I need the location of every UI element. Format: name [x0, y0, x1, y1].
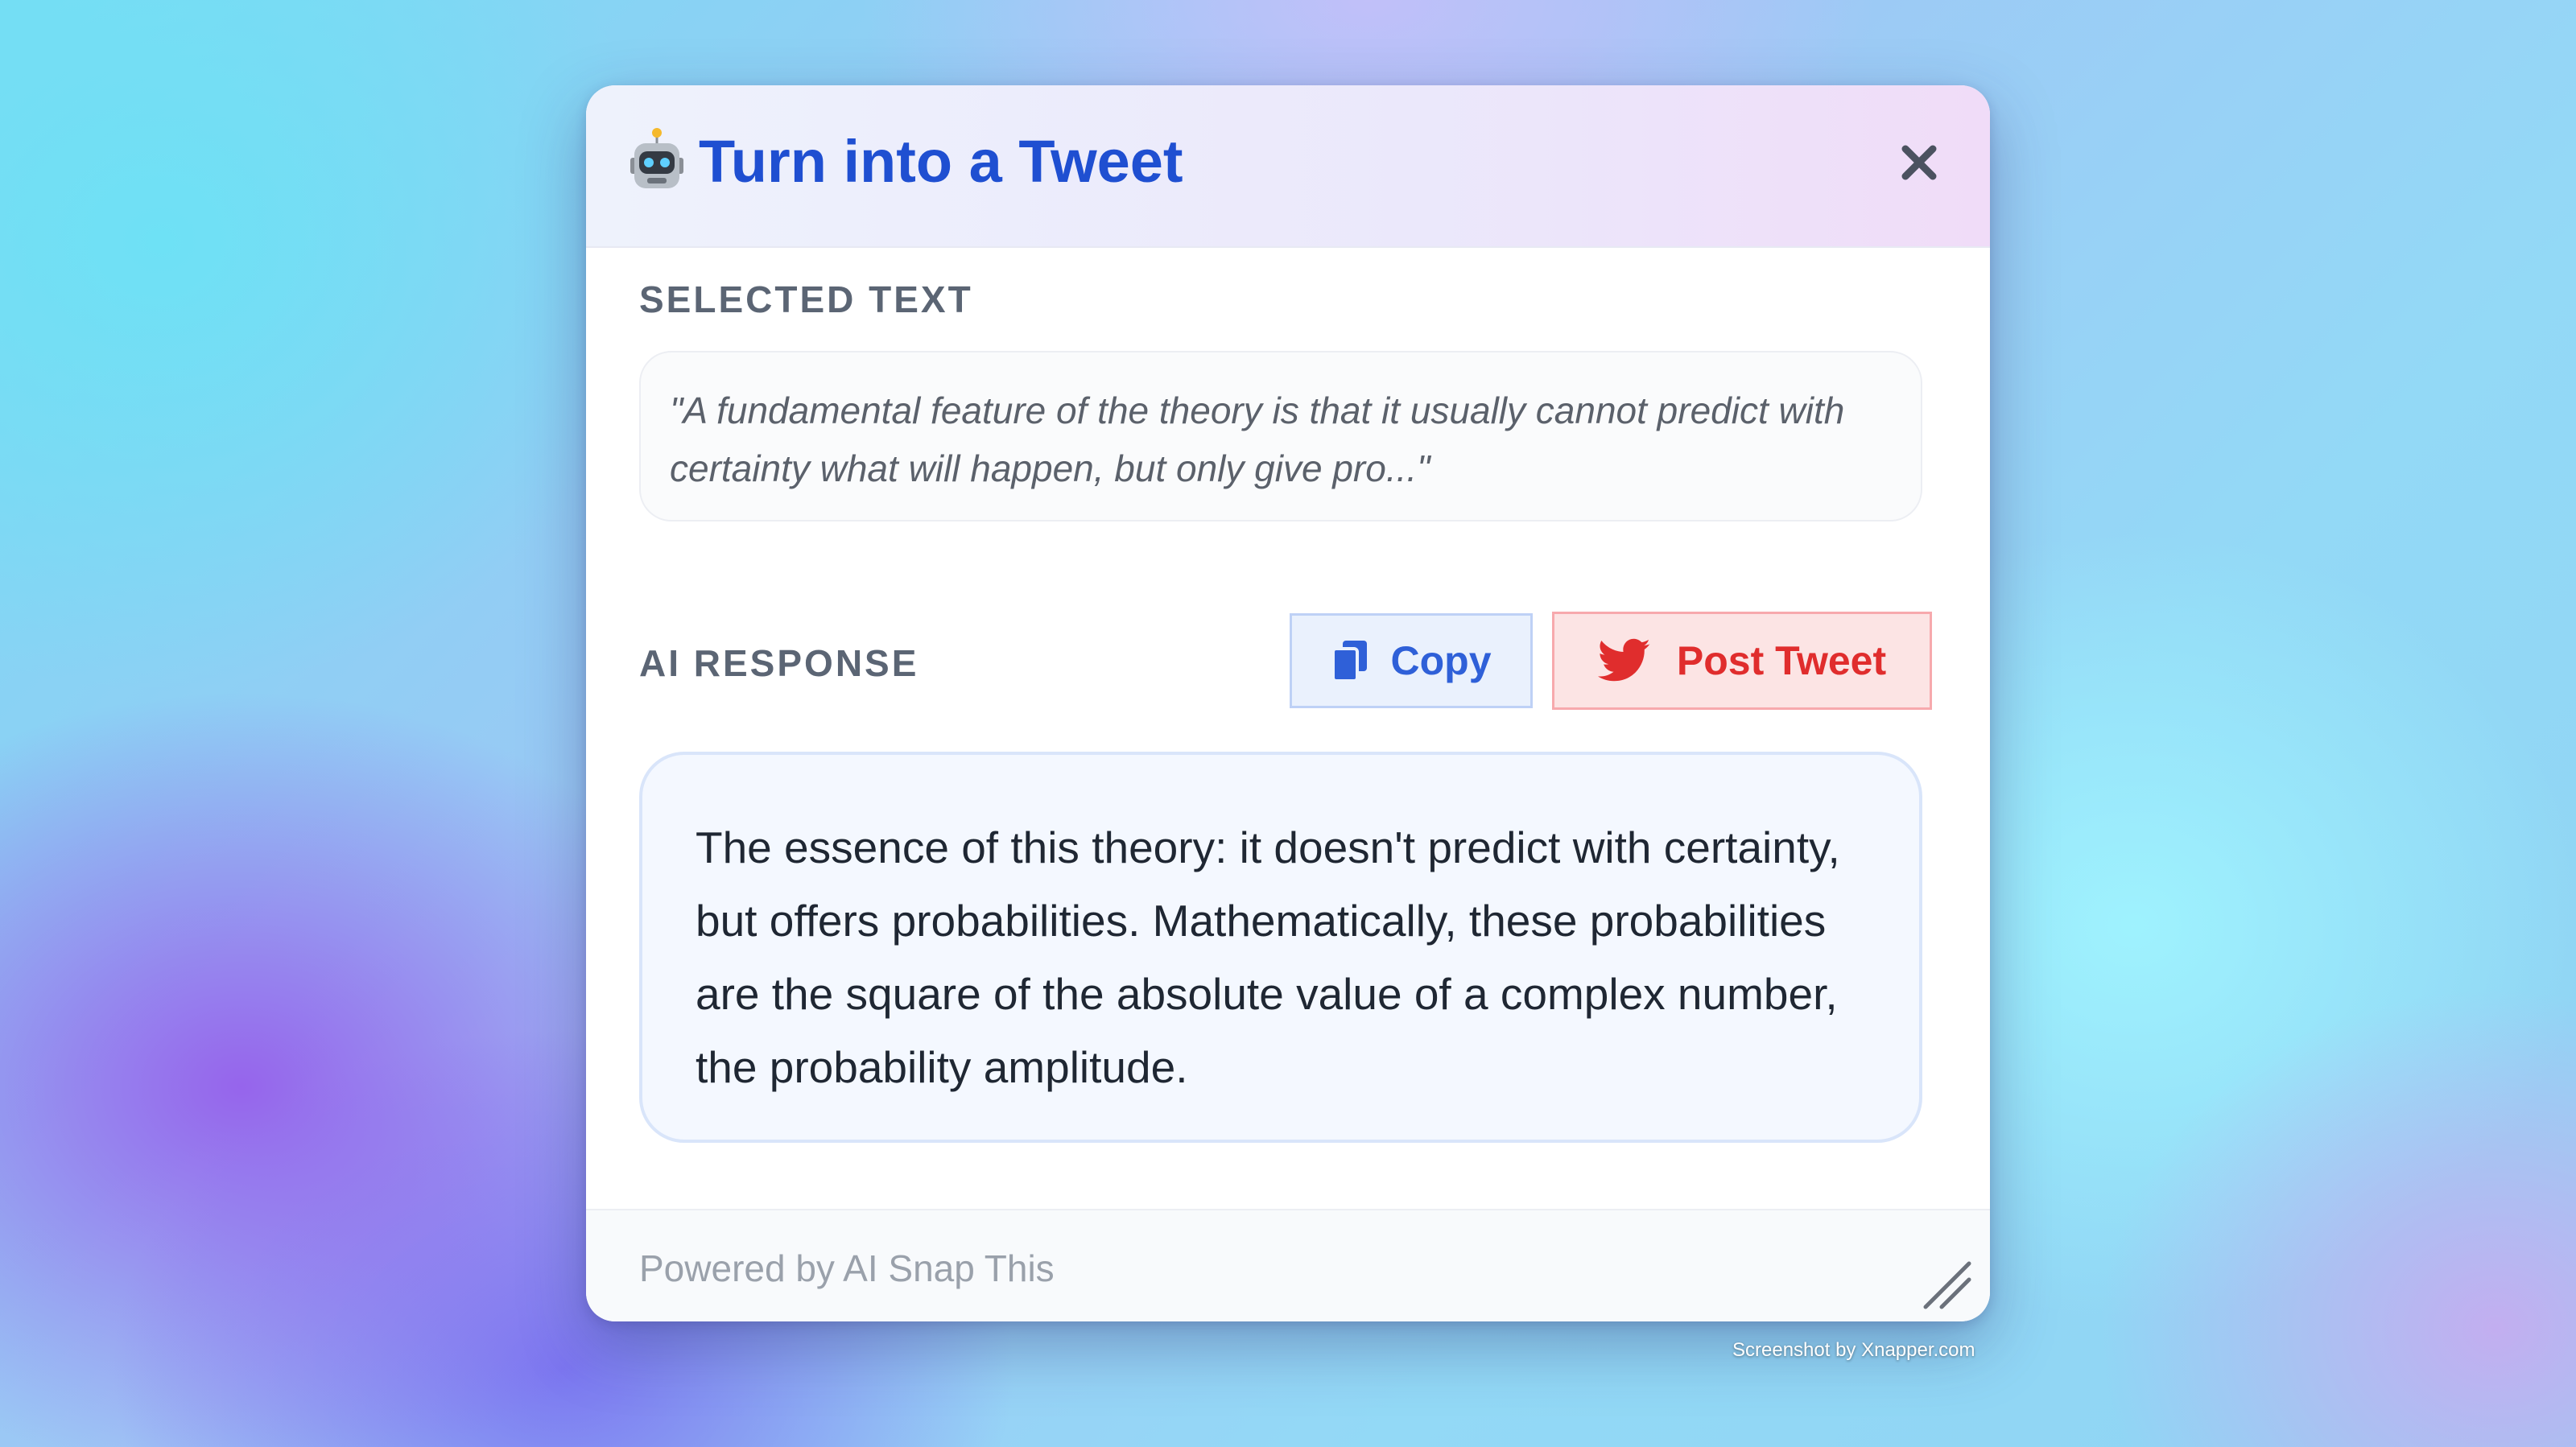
ai-response-text: The essence of this theory: it doesn't p… — [696, 822, 1840, 1092]
watermark: Screenshot by Xnapper.com — [1732, 1339, 1975, 1361]
powered-by-text: Powered by AI Snap This — [639, 1247, 1055, 1289]
dialog-title: Turn into a Tweet — [699, 128, 1183, 195]
robot-icon — [630, 128, 683, 188]
selected-text-box: "A fundamental feature of the theory is … — [639, 351, 1922, 521]
copy-button-label: Copy — [1390, 638, 1492, 683]
copy-button[interactable]: Copy — [1290, 613, 1533, 708]
twitter-bird-icon — [1597, 638, 1650, 682]
copy-icon — [1331, 641, 1367, 682]
ai-response-box: The essence of this theory: it doesn't p… — [639, 752, 1922, 1143]
tweet-dialog: Turn into a Tweet SELECTED TEXT "A funda… — [586, 85, 1990, 1321]
ai-response-label: AI RESPONSE — [639, 642, 919, 684]
dialog-header: Turn into a Tweet — [586, 85, 1990, 248]
dialog-footer: Powered by AI Snap This — [586, 1209, 1990, 1321]
selected-text-label: SELECTED TEXT — [639, 278, 973, 320]
close-button[interactable] — [1889, 132, 1950, 193]
post-tweet-button[interactable]: Post Tweet — [1552, 612, 1932, 710]
close-icon — [1901, 145, 1937, 180]
post-tweet-button-label: Post Tweet — [1676, 638, 1887, 683]
selected-text-content: "A fundamental feature of the theory is … — [670, 390, 1845, 489]
resize-handle-icon[interactable] — [1913, 1251, 1977, 1315]
